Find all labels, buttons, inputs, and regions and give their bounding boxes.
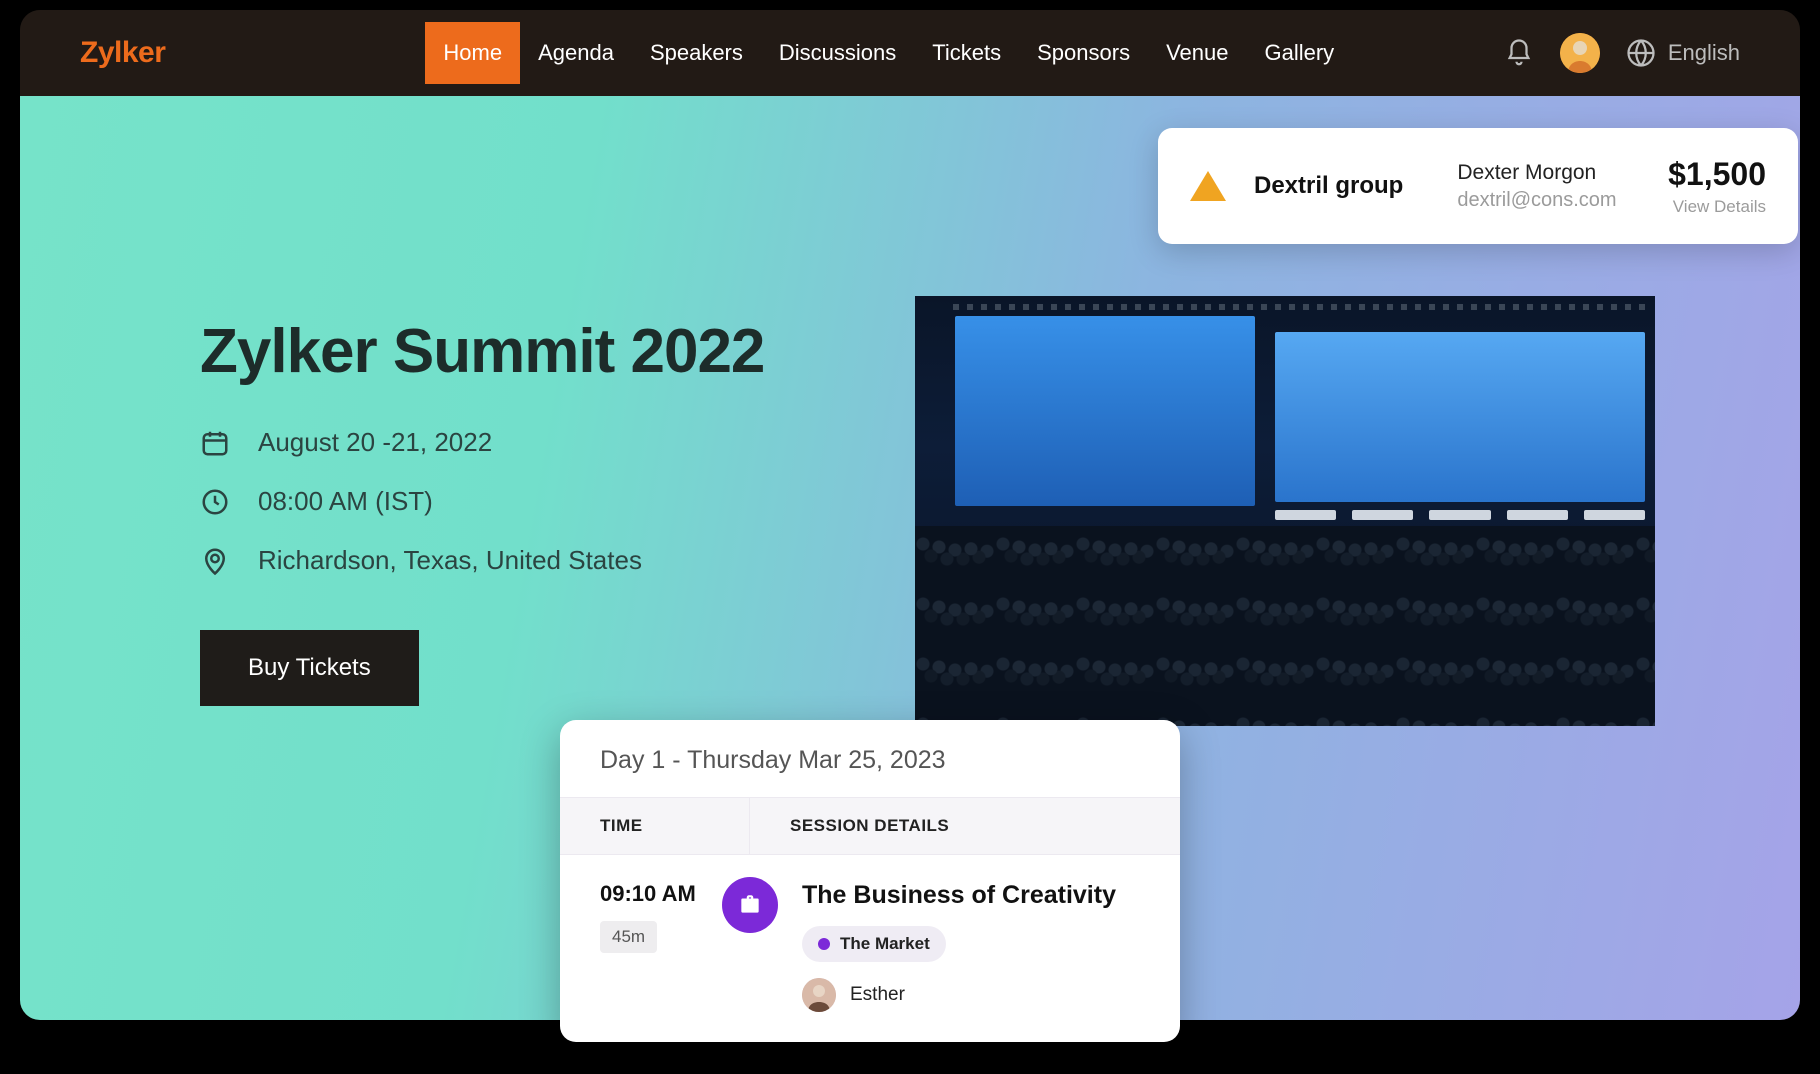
- hero-content: Zylker Summit 2022 August 20 -21, 2022 0…: [200, 316, 764, 706]
- agenda-day-heading: Day 1 - Thursday Mar 25, 2023: [560, 720, 1180, 797]
- user-avatar[interactable]: [1560, 33, 1600, 73]
- speaker-name: Esther: [850, 984, 905, 1006]
- agenda-card: Day 1 - Thursday Mar 25, 2023 TIME SESSI…: [560, 720, 1180, 1042]
- view-details-link[interactable]: View Details: [1668, 197, 1766, 217]
- calendar-icon: [200, 428, 230, 458]
- location-icon: [200, 546, 230, 576]
- main-nav: Home Agenda Speakers Discussions Tickets…: [425, 22, 1352, 84]
- event-location: Richardson, Texas, United States: [258, 545, 642, 576]
- event-date: August 20 -21, 2022: [258, 427, 492, 458]
- session-tag-label: The Market: [840, 934, 930, 954]
- buy-tickets-button[interactable]: Buy Tickets: [200, 630, 419, 706]
- nav-home[interactable]: Home: [425, 22, 520, 84]
- event-date-row: August 20 -21, 2022: [200, 427, 764, 458]
- notifications-icon[interactable]: [1504, 38, 1534, 68]
- sponsor-amount: $1,500: [1668, 156, 1766, 193]
- sponsor-logo-icon: [1190, 171, 1226, 201]
- briefcase-icon: [722, 877, 778, 933]
- sponsor-contact-email: dextril@cons.com: [1457, 189, 1616, 212]
- clock-icon: [200, 487, 230, 517]
- language-label: English: [1668, 40, 1740, 66]
- sponsor-group-name: Dextril group: [1254, 172, 1403, 200]
- session-duration: 45m: [600, 921, 657, 953]
- agenda-col-time: TIME: [560, 798, 750, 854]
- nav-sponsors[interactable]: Sponsors: [1019, 22, 1148, 84]
- agenda-session-row[interactable]: 09:10 AM 45m The Business of Creativity …: [560, 855, 1180, 1042]
- nav-discussions[interactable]: Discussions: [761, 22, 914, 84]
- language-selector[interactable]: English: [1626, 38, 1740, 68]
- event-location-row: Richardson, Texas, United States: [200, 545, 764, 576]
- sponsor-contact-name: Dexter Morgon: [1457, 161, 1616, 185]
- speaker-avatar: [802, 978, 836, 1012]
- event-time-row: 08:00 AM (IST): [200, 486, 764, 517]
- topbar: Zylker Home Agenda Speakers Discussions …: [20, 10, 1800, 96]
- agenda-col-details: SESSION DETAILS: [750, 798, 989, 854]
- event-title: Zylker Summit 2022: [200, 316, 764, 387]
- nav-venue[interactable]: Venue: [1148, 22, 1246, 84]
- session-tag[interactable]: The Market: [802, 926, 946, 962]
- event-time: 08:00 AM (IST): [258, 486, 433, 517]
- brand-logo[interactable]: Zylker: [80, 36, 165, 70]
- nav-tickets[interactable]: Tickets: [914, 22, 1019, 84]
- session-title: The Business of Creativity: [802, 881, 1116, 910]
- sponsor-card: Dextril group Dexter Morgon dextril@cons…: [1158, 128, 1798, 244]
- globe-icon: [1626, 38, 1656, 68]
- nav-gallery[interactable]: Gallery: [1246, 22, 1352, 84]
- nav-speakers[interactable]: Speakers: [632, 22, 761, 84]
- topbar-actions: English: [1504, 33, 1740, 73]
- session-speaker[interactable]: Esther: [802, 978, 1116, 1012]
- tag-dot-icon: [818, 938, 830, 950]
- hero-image: [915, 296, 1655, 726]
- nav-agenda[interactable]: Agenda: [520, 22, 632, 84]
